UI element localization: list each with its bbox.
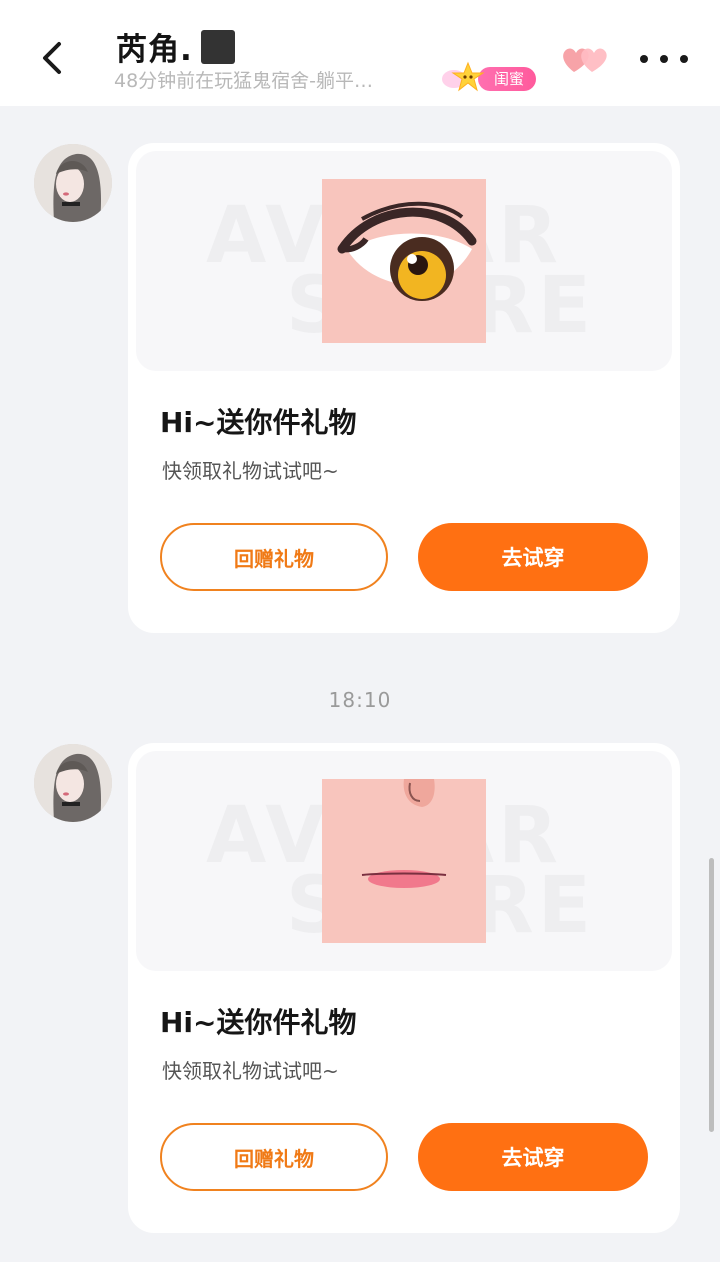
lips-item-icon [322, 779, 486, 943]
gift-preview: AVATAR STORE [136, 751, 672, 971]
back-arrow-icon [43, 42, 61, 74]
avatar[interactable] [34, 144, 112, 222]
gift-title: Hi~送你件礼物 [160, 406, 357, 439]
contact-name: 芮角. [116, 24, 235, 69]
return-gift-button[interactable]: 回赠礼物 [160, 1123, 388, 1191]
gift-preview: AVATAR STORE [136, 151, 672, 371]
avatar-image [34, 144, 112, 222]
try-on-button[interactable]: 去试穿 [418, 523, 648, 591]
avatar[interactable] [34, 744, 112, 822]
contact-name-text: 芮角. [116, 32, 193, 68]
contact-status: 48分钟前在玩猛鬼宿舍-躺平… [114, 70, 374, 92]
gift-card: AVATAR STORE Hi~送你件礼物 快领取礼物试试吧~ 回赠礼物 去试穿 [128, 143, 680, 633]
back-button[interactable] [30, 34, 78, 82]
hearts-icon[interactable] [560, 42, 608, 76]
star-icon [442, 61, 485, 92]
chat-header: 芮角. 48分钟前在玩猛鬼宿舍-躺平… 闺蜜 [0, 0, 720, 106]
gift-description: 快领取礼物试试吧~ [162, 1059, 339, 1083]
gift-description: 快领取礼物试试吧~ [162, 459, 339, 483]
avatar-image [34, 744, 112, 822]
name-badge-icon [200, 29, 235, 64]
return-gift-button[interactable]: 回赠礼物 [160, 523, 388, 591]
gift-card: AVATAR STORE Hi~送你件礼物 快领取礼物试试吧~ 回赠礼物 去试穿 [128, 743, 680, 1233]
scrollbar[interactable] [709, 858, 714, 1132]
message-timestamp: 18:10 [328, 688, 392, 712]
gift-item-image[interactable] [322, 179, 486, 343]
try-on-button[interactable]: 去试穿 [418, 1123, 648, 1191]
gift-title: Hi~送你件礼物 [160, 1006, 357, 1039]
friend-tag: 闺蜜 [440, 61, 537, 92]
more-button[interactable] [640, 44, 688, 74]
more-icon [640, 55, 648, 63]
eye-item-icon [322, 179, 486, 343]
gift-item-image[interactable] [322, 779, 486, 943]
